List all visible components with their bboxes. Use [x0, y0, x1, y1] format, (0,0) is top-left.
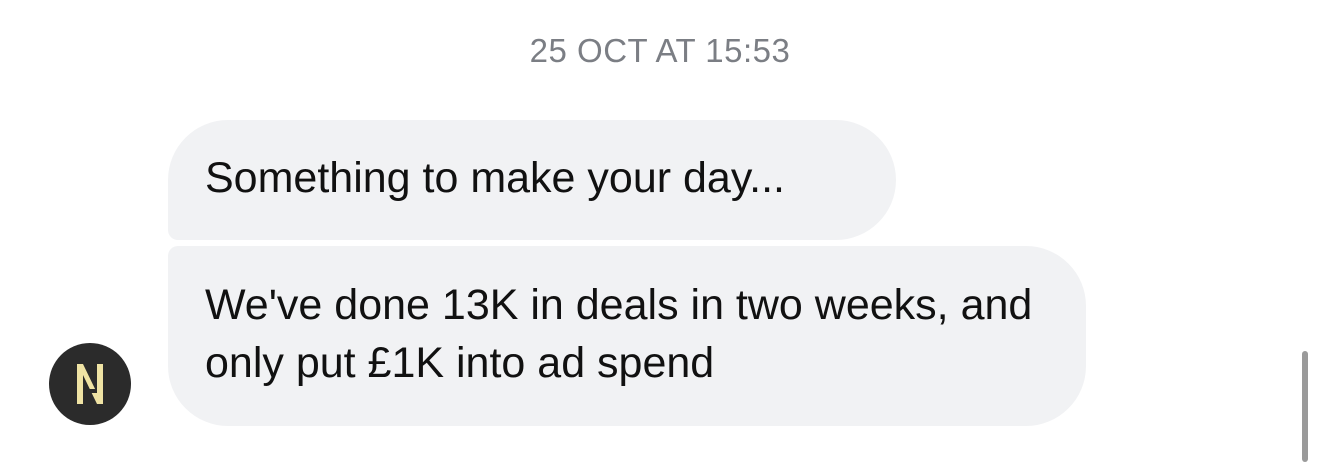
message-bubble[interactable]: Something to make your day... [168, 120, 896, 240]
chat-thread: 25 OCT AT 15:53 Something to make your d… [0, 0, 1320, 462]
message-timestamp: 25 OCT AT 15:53 [529, 32, 791, 69]
n-monogram-avatar-icon [77, 364, 103, 404]
scrollbar[interactable] [1302, 351, 1308, 462]
sender-avatar[interactable] [49, 343, 131, 425]
message-bubble[interactable]: We've done 13K in deals in two weeks, an… [168, 246, 1086, 426]
